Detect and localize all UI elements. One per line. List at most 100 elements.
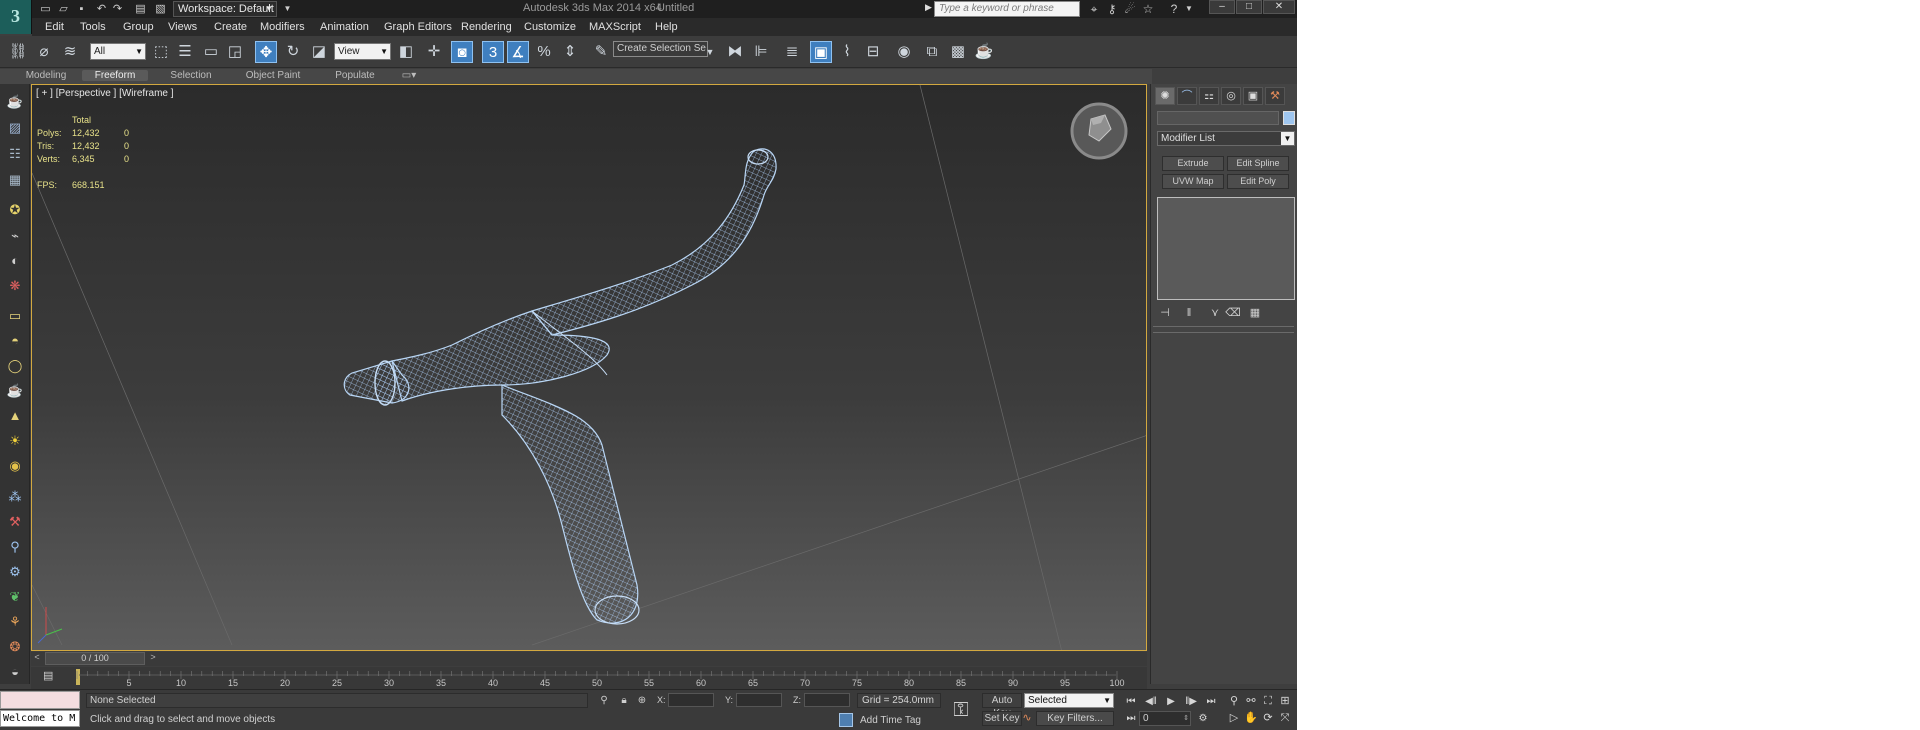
edit-poly-button[interactable]: Edit Poly xyxy=(1227,174,1289,189)
show-end-result-icon[interactable]: ‖ xyxy=(1181,306,1197,320)
select-object-icon[interactable]: ⬚ xyxy=(150,41,172,63)
pan-view-icon[interactable]: ✋ xyxy=(1243,711,1259,726)
curve-editor-icon[interactable]: ⌇ xyxy=(836,41,858,63)
maximize-viewport-icon[interactable]: ⤧ xyxy=(1277,711,1293,726)
tab-freeform[interactable]: Freeform xyxy=(82,70,148,81)
menu-customize[interactable]: Customize xyxy=(524,21,576,33)
angle-snap-icon[interactable]: ∡ xyxy=(507,41,529,63)
z-coordinate-field[interactable] xyxy=(804,693,850,707)
tab-object-paint[interactable]: Object Paint xyxy=(240,70,306,81)
configure-sets-icon[interactable]: ▦ xyxy=(1247,306,1263,320)
menu-group[interactable]: Group xyxy=(123,21,154,33)
maxscript-listener-output[interactable]: Welcome to M xyxy=(0,710,80,727)
render-teapot-icon[interactable]: ☕ xyxy=(973,41,995,63)
menu-create[interactable]: Create xyxy=(214,21,247,33)
material-editor-icon[interactable]: ◉ xyxy=(893,41,915,63)
sphere-icon[interactable]: ◯ xyxy=(5,356,25,376)
set-key-icon[interactable]: ⚿ xyxy=(944,694,978,726)
chevron-down-icon[interactable]: ▼ xyxy=(704,41,716,63)
pivot-center-icon[interactable]: ◧ xyxy=(395,41,417,63)
new-file-icon[interactable]: ▭ xyxy=(38,2,53,16)
undo-icon[interactable]: ↶ xyxy=(94,2,109,16)
prev-frame-icon[interactable]: < xyxy=(31,652,43,665)
goto-end-icon[interactable]: ⏭ xyxy=(1202,694,1220,709)
project-folder-icon[interactable]: ▤ xyxy=(133,2,148,16)
current-frame-field[interactable]: 0 ⇕ xyxy=(1139,711,1191,726)
menu-animation[interactable]: Animation xyxy=(320,21,369,33)
orbit-icon[interactable]: ⟳ xyxy=(1260,711,1276,726)
link-icon[interactable]: ⛓ xyxy=(7,41,29,63)
dome-icon[interactable]: ◓ xyxy=(5,331,25,351)
hierarchy-icon[interactable]: ⚙ xyxy=(5,562,25,582)
bone-icon[interactable]: ⚲ xyxy=(5,537,25,557)
redo-icon[interactable]: ↷ xyxy=(110,2,125,16)
absolute-mode-icon[interactable]: ⊕ xyxy=(636,694,648,707)
maximize-button[interactable]: □ xyxy=(1236,0,1262,14)
maxscript-listener-input[interactable] xyxy=(0,691,80,709)
cone-icon[interactable]: ▲ xyxy=(5,406,25,426)
uvw-map-button[interactable]: UVW Map xyxy=(1162,174,1224,189)
torus-icon[interactable]: ◉ xyxy=(5,456,25,476)
menu-tools[interactable]: Tools xyxy=(80,21,106,33)
tab-selection[interactable]: Selection xyxy=(163,70,219,81)
modifier-list-dropdown[interactable]: Modifier List ▼ xyxy=(1157,131,1295,146)
zoom-extents-icon[interactable]: ⛶ xyxy=(1260,694,1276,709)
next-key-icon[interactable]: ‖▶ xyxy=(1182,694,1200,709)
brake-lever-wireframe[interactable] xyxy=(343,148,777,625)
window-crossing-icon[interactable]: ◲ xyxy=(224,41,246,63)
menu-edit[interactable]: Edit xyxy=(45,21,64,33)
lock-icon[interactable]: 🔒︎ xyxy=(618,694,630,707)
menu-maxscript[interactable]: MAXScript xyxy=(589,21,641,33)
named-selection-field[interactable]: Create Selection Se xyxy=(613,41,708,57)
save-file-icon[interactable]: ▪ xyxy=(74,2,89,16)
rendered-frame-icon[interactable]: ▩ xyxy=(947,41,969,63)
select-move-icon[interactable]: ✥ xyxy=(255,41,277,63)
key-mode-toggle-icon[interactable]: ⏭ xyxy=(1122,711,1140,726)
prev-key-icon[interactable]: ◀‖ xyxy=(1142,694,1160,709)
auto-key-button[interactable]: Auto Key xyxy=(982,693,1022,719)
select-by-name-icon[interactable]: ☰ xyxy=(174,41,196,63)
workspace-dropdown[interactable]: Workspace: Default ▼ xyxy=(173,1,277,17)
rect-selection-icon[interactable]: ▭ xyxy=(200,41,222,63)
bind-space-warp-icon[interactable]: ≋ xyxy=(59,41,81,63)
close-button[interactable]: ✕ xyxy=(1263,0,1295,14)
time-configuration-icon[interactable]: ⚙ xyxy=(1194,711,1212,726)
menu-rendering[interactable]: Rendering xyxy=(461,21,512,33)
edit-spline-button[interactable]: Edit Spline xyxy=(1227,156,1289,171)
search-input[interactable]: Type a keyword or phrase xyxy=(934,1,1080,17)
menu-views[interactable]: Views xyxy=(168,21,197,33)
object-color-swatch[interactable] xyxy=(1283,111,1295,125)
field-of-view-icon[interactable]: ▷ xyxy=(1226,711,1242,726)
default-tangent-icon[interactable]: ∿ xyxy=(1020,711,1034,726)
track-bar[interactable]: ▤ 5 10 15 20 25 30 35 40 45 50 55 60 65 … xyxy=(31,667,1147,689)
goto-start-icon[interactable]: ⏮ xyxy=(1122,694,1140,709)
time-tag-icon[interactable] xyxy=(839,713,853,727)
set-key-button[interactable]: Set Key xyxy=(982,711,1022,726)
unlink-icon[interactable]: ⌀ xyxy=(33,41,55,63)
systems-icon[interactable]: ❋ xyxy=(5,276,25,296)
box-icon[interactable]: ▭ xyxy=(5,306,25,326)
grid-icon[interactable]: ▦ xyxy=(5,170,25,190)
biped-icon[interactable]: ⚘ xyxy=(5,612,25,632)
zoom-icon[interactable]: ⚲ xyxy=(1226,694,1242,709)
tab-modeling[interactable]: Modeling xyxy=(20,70,72,81)
align-icon[interactable]: ⊫ xyxy=(750,41,772,63)
binoculars-icon[interactable]: ⌖ xyxy=(1086,2,1102,16)
play-icon[interactable]: ▶ xyxy=(1162,694,1180,709)
tab-populate[interactable]: Populate xyxy=(328,70,382,81)
next-frame-icon[interactable]: > xyxy=(147,652,159,665)
spacewarps-icon[interactable]: ◐ xyxy=(5,251,25,271)
snap-toggle-icon[interactable]: 3 xyxy=(482,41,504,63)
hold-icon[interactable]: ▧ xyxy=(153,2,168,16)
graphite-toggle-icon[interactable]: ▣ xyxy=(810,41,832,63)
utilities-tab-icon[interactable]: ⚒ xyxy=(1265,87,1285,105)
percent-snap-icon[interactable]: % xyxy=(533,41,555,63)
layer-manager-icon[interactable]: ≣ xyxy=(781,41,803,63)
viewcube[interactable] xyxy=(1069,101,1129,161)
customize-qa-icon[interactable]: ▼ xyxy=(280,2,295,16)
light-bulb-icon[interactable]: ✪ xyxy=(5,200,25,220)
sun-icon[interactable]: ☀ xyxy=(5,431,25,451)
modifier-stack[interactable] xyxy=(1157,197,1295,300)
schematic-view-icon[interactable]: ⊟ xyxy=(862,41,884,63)
extrude-button[interactable]: Extrude xyxy=(1162,156,1224,171)
